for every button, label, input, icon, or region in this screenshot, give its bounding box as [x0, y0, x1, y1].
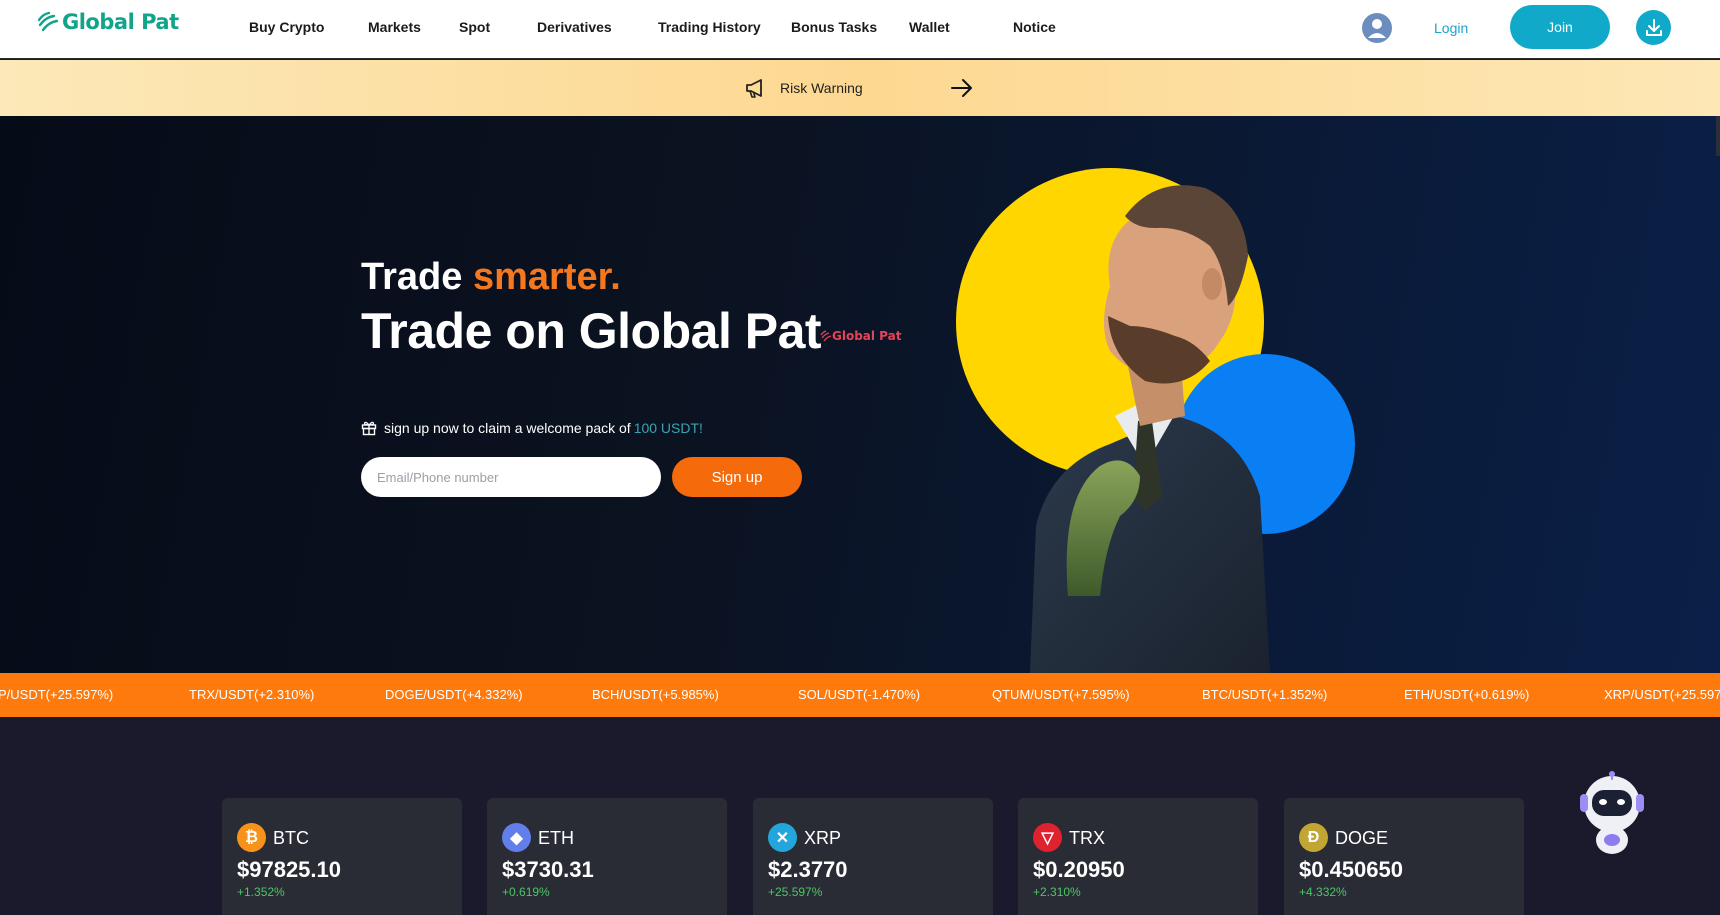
- coin-card-eth[interactable]: ◆ ETH $3730.31 +0.619%: [487, 798, 727, 915]
- hero-banner: Trade smarter. Trade on Global Pat Globa…: [0, 116, 1720, 673]
- download-app-button[interactable]: [1636, 10, 1671, 45]
- promo-amount: 100 USDT!: [633, 420, 703, 436]
- coin-card-xrp[interactable]: ✕ XRP $2.3770 +25.597%: [753, 798, 993, 915]
- nav-spot[interactable]: Spot: [459, 19, 490, 35]
- coin-price: $0.20950: [1033, 857, 1125, 882]
- coin-change: +1.352%: [237, 885, 285, 899]
- arrow-right-icon[interactable]: [950, 77, 974, 99]
- signup-button[interactable]: Sign up: [672, 457, 802, 497]
- nav-markets[interactable]: Markets: [368, 19, 421, 35]
- bitcoin-icon: ₿: [237, 823, 266, 852]
- megaphone-icon: [746, 79, 762, 98]
- scrollbar-thumb[interactable]: [1716, 116, 1720, 156]
- nav-buy-crypto[interactable]: Buy Crypto: [249, 19, 324, 35]
- ticker-item[interactable]: BTC/USDT(+1.352%): [1202, 687, 1327, 702]
- coin-symbol: XRP: [804, 828, 842, 848]
- tron-icon: ▽: [1033, 823, 1062, 852]
- coin-symbol: TRX: [1069, 828, 1105, 848]
- hero-brand-badge: Global Pat: [820, 329, 902, 343]
- hero-headline-accent: smarter.: [472, 256, 621, 298]
- ticker-item[interactable]: QTUM/USDT(+7.595%): [992, 687, 1130, 702]
- promo-text: sign up now to claim a welcome pack of: [384, 420, 631, 436]
- download-icon: [1645, 18, 1662, 36]
- user-icon[interactable]: [1362, 13, 1392, 43]
- risk-warning-link[interactable]: Risk Warning: [780, 80, 863, 96]
- ethereum-icon: ◆: [502, 823, 531, 852]
- coin-price: $3730.31: [502, 857, 594, 882]
- coin-symbol: DOGE: [1335, 828, 1389, 848]
- nav-wallet[interactable]: Wallet: [909, 19, 950, 35]
- hero-man-illustration: [956, 168, 1355, 673]
- price-ticker: P/USDT(+25.597%) TRX/USDT(+2.310%) DOGE/…: [0, 673, 1720, 717]
- chat-assistant-robot-icon[interactable]: [1572, 768, 1652, 858]
- ticker-item[interactable]: DOGE/USDT(+4.332%): [385, 687, 523, 702]
- coin-price: $0.450650: [1299, 857, 1403, 882]
- hero-badge-text: Global Pat: [832, 329, 902, 343]
- coin-card-btc[interactable]: ₿ BTC $97825.10 +1.352%: [222, 798, 462, 915]
- hero-headline-prefix: Trade: [361, 256, 473, 298]
- coin-change: +0.619%: [502, 885, 550, 899]
- promo-line: sign up now to claim a welcome pack of 1…: [361, 420, 703, 436]
- xrp-icon: ✕: [768, 823, 797, 852]
- coin-price: $2.3770: [768, 857, 848, 882]
- coin-price: $97825.10: [237, 857, 341, 882]
- logo-mark-icon: [37, 11, 59, 32]
- coin-change: +25.597%: [768, 885, 823, 899]
- email-phone-input[interactable]: [361, 457, 661, 497]
- coin-change: +4.332%: [1299, 885, 1347, 899]
- ticker-item[interactable]: SOL/USDT(-1.470%): [798, 687, 920, 702]
- login-link[interactable]: Login: [1434, 20, 1468, 36]
- dogecoin-icon: Ð: [1299, 823, 1328, 852]
- ticker-item[interactable]: ETH/USDT(+0.619%): [1404, 687, 1529, 702]
- coin-cards-section: ₿ BTC $97825.10 +1.352% ◆ ETH $3730.31 +…: [0, 717, 1720, 915]
- ticker-item[interactable]: P/USDT(+25.597%): [0, 687, 113, 702]
- gift-icon: [361, 421, 377, 436]
- coin-symbol: BTC: [273, 828, 309, 848]
- join-button[interactable]: Join: [1510, 5, 1610, 49]
- hero-subheadline: Trade on Global Pat: [361, 303, 822, 359]
- coin-card-doge[interactable]: Ð DOGE $0.450650 +4.332%: [1284, 798, 1524, 915]
- top-nav-bar: Global Pat Buy Crypto Markets Spot Deriv…: [0, 0, 1720, 59]
- nav-trading-history[interactable]: Trading History: [658, 19, 761, 35]
- coin-symbol: ETH: [538, 828, 574, 848]
- ticker-item[interactable]: TRX/USDT(+2.310%): [189, 687, 314, 702]
- coin-change: +2.310%: [1033, 885, 1081, 899]
- nav-derivatives[interactable]: Derivatives: [537, 19, 612, 35]
- nav-bonus-tasks[interactable]: Bonus Tasks: [791, 19, 877, 35]
- logo-text: Global Pat: [62, 10, 179, 34]
- badge-logo-icon: [820, 330, 832, 342]
- hero-headline: Trade smarter.: [361, 256, 621, 299]
- nav-notice[interactable]: Notice: [1013, 19, 1056, 35]
- ticker-item[interactable]: XRP/USDT(+25.597%): [1604, 687, 1720, 702]
- risk-warning-bar: Risk Warning: [0, 60, 1720, 116]
- ticker-item[interactable]: BCH/USDT(+5.985%): [592, 687, 719, 702]
- global-pat-logo[interactable]: Global Pat: [37, 10, 179, 34]
- coin-card-trx[interactable]: ▽ TRX $0.20950 +2.310%: [1018, 798, 1258, 915]
